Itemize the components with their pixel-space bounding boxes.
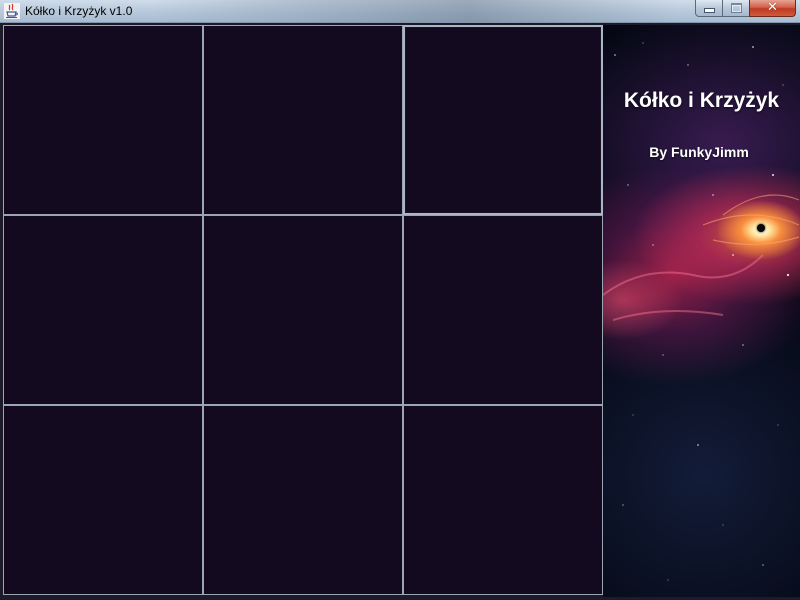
black-hole-dot: [757, 224, 765, 232]
game-title: Kółko i Krzyżyk: [623, 89, 780, 112]
maximize-icon: [730, 3, 742, 13]
title-bar[interactable]: Kółko i Krzyżyk v1.0 ✕: [0, 0, 800, 23]
side-panel-space-background: Kółko i Krzyżyk By FunkyJimm: [603, 25, 800, 597]
minimize-button[interactable]: [695, 0, 722, 17]
board-cell-r3-c2[interactable]: [203, 405, 403, 595]
caption-buttons: ✕: [695, 0, 796, 18]
board-cell-r2-c2[interactable]: [203, 215, 403, 405]
board-cell-r1-c3[interactable]: [403, 25, 603, 215]
board-cell-r3-c3[interactable]: [403, 405, 603, 595]
window-title: Kółko i Krzyżyk v1.0: [25, 4, 133, 18]
game-content: Kółko i Krzyżyk By FunkyJimm: [0, 23, 800, 600]
board-cell-r1-c2[interactable]: [203, 25, 403, 215]
board-cell-r1-c1[interactable]: [3, 25, 203, 215]
maximize-button[interactable]: [722, 0, 749, 17]
board-cell-r2-c1[interactable]: [3, 215, 203, 405]
title-bar-glass: [150, 0, 680, 22]
java-cup-icon[interactable]: [4, 3, 20, 19]
app-window: Kółko i Krzyżyk v1.0 ✕ Kółko i Krzyżyk B…: [0, 0, 800, 600]
board-cell-r2-c3[interactable]: [403, 215, 603, 405]
minimize-icon: [703, 8, 715, 13]
close-button[interactable]: ✕: [749, 0, 796, 17]
board-cell-r3-c1[interactable]: [3, 405, 203, 595]
close-icon: ✕: [767, 0, 778, 15]
tic-tac-toe-board: [3, 25, 603, 595]
game-author: By FunkyJimm: [649, 144, 749, 160]
